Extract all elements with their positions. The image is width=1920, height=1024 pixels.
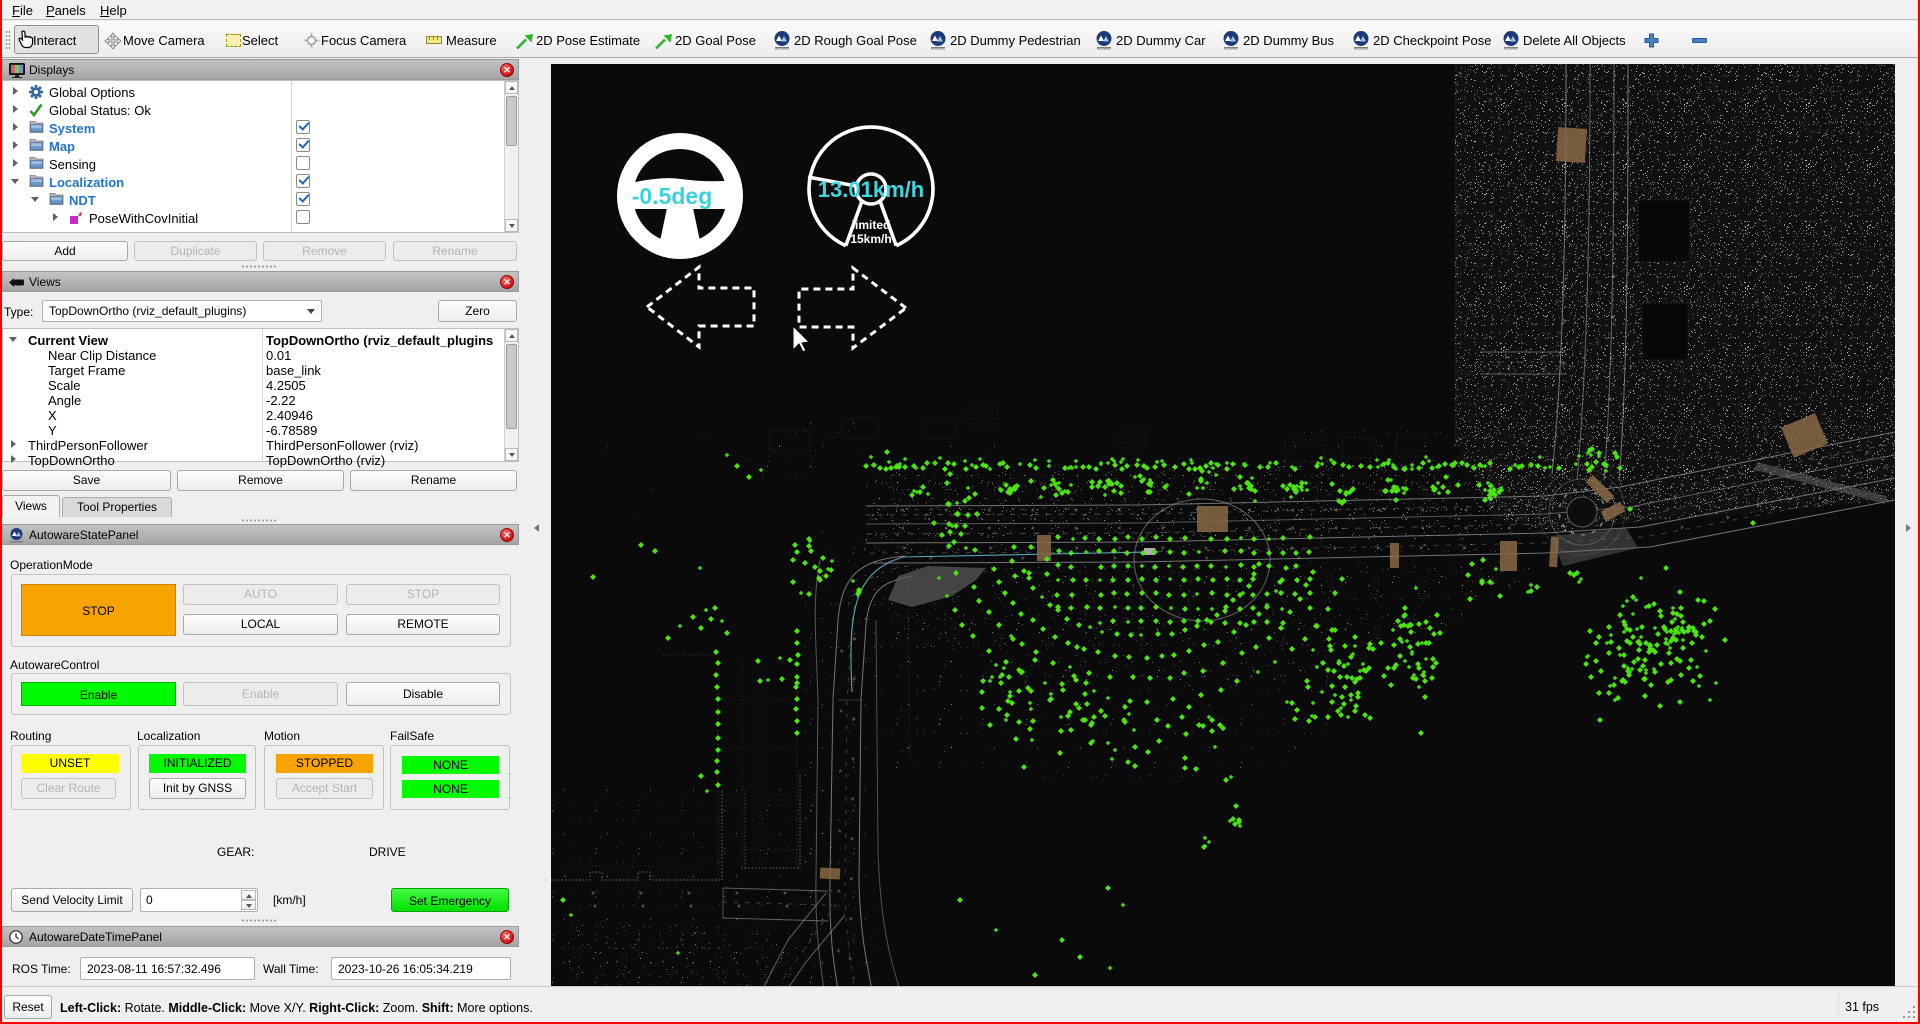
svg-text:Autoware: Autoware	[1504, 47, 1518, 51]
svg-text:Autoware: Autoware	[1097, 47, 1111, 51]
svg-text:Autoware: Autoware	[1354, 47, 1368, 51]
svg-text:13.01km/h: 13.01km/h	[818, 177, 924, 202]
svg-text:Autoware: Autoware	[931, 47, 945, 51]
svg-text:Autoware: Autoware	[775, 47, 789, 51]
svg-text:-0.5deg: -0.5deg	[632, 183, 713, 209]
svg-text:Autoware: Autoware	[10, 540, 23, 543]
svg-text:limited: limited	[852, 218, 891, 232]
svg-text:Autoware: Autoware	[1224, 47, 1238, 51]
svg-text:15km/h: 15km/h	[850, 232, 891, 246]
